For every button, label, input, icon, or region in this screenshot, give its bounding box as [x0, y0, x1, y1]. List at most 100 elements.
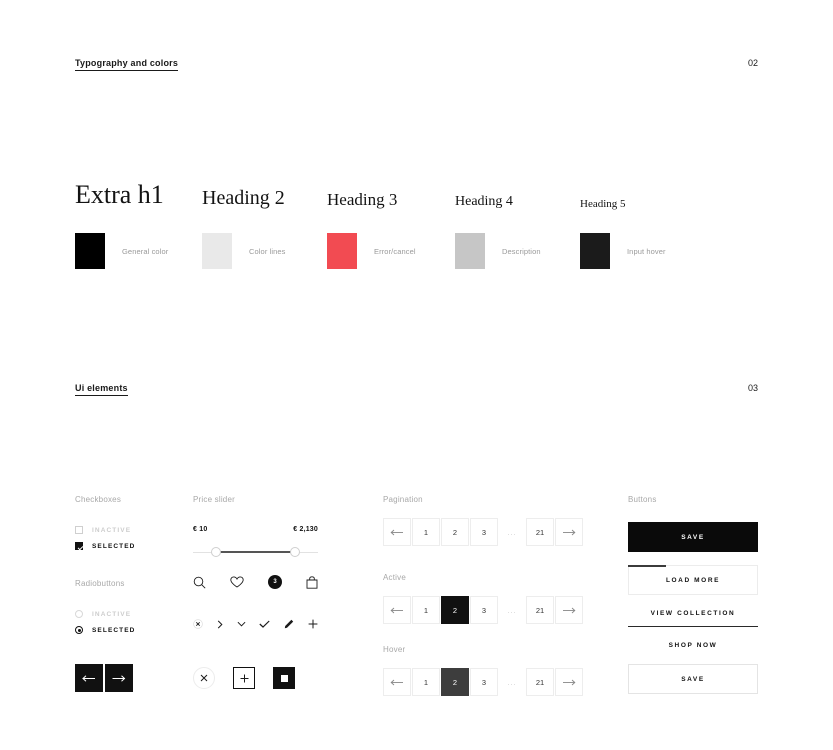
pagination-page-2[interactable]: 2	[441, 518, 469, 546]
pagination-page-last[interactable]: 21	[526, 668, 554, 696]
pagination-prev-button[interactable]	[383, 518, 411, 546]
pagination-label: Pagination	[383, 495, 423, 504]
swatch-description: Description	[455, 233, 541, 269]
pagination-page-2-active[interactable]: 2	[441, 596, 469, 624]
pagination-page-1[interactable]: 1	[412, 668, 440, 696]
radio-inactive-label: INACTIVE	[92, 610, 132, 618]
search-icon[interactable]	[193, 576, 206, 589]
swatch-input-hover: Input hover	[580, 233, 666, 269]
pagination-prev-button[interactable]	[383, 596, 411, 624]
typography-specimens: Extra h1 Heading 2 Heading 3 Heading 4 H…	[75, 150, 765, 210]
swatch-color-lines: Color lines	[202, 233, 286, 269]
pagination-page-last[interactable]: 21	[526, 518, 554, 546]
checkbox-selected[interactable]: SELECTED	[75, 542, 135, 550]
primary-icon-row: 3	[193, 575, 318, 589]
plus-icon	[240, 674, 248, 682]
radio-checked-icon[interactable]	[75, 626, 83, 634]
arrow-button-pair	[75, 664, 133, 692]
secondary-icon-row	[193, 619, 318, 629]
slider-handle-min[interactable]	[211, 547, 221, 557]
pagination-default-group: Pagination 1 2 3 ... 21	[383, 495, 584, 546]
type-specimen-h1: Extra h1	[75, 180, 164, 209]
heart-icon[interactable]	[230, 576, 244, 588]
square-chip-button[interactable]	[273, 667, 295, 689]
price-slider-control[interactable]	[193, 545, 318, 559]
chevron-down-icon[interactable]	[237, 621, 246, 627]
add-chip-button[interactable]	[233, 667, 255, 689]
load-more-button[interactable]: LOAD MORE	[628, 565, 758, 595]
prev-arrow-button[interactable]	[75, 664, 103, 692]
pagination-page-3[interactable]: 3	[470, 518, 498, 546]
section-number-ui-elements: 03	[747, 383, 758, 393]
cart-badge-count: 3	[268, 575, 282, 589]
swatch-general-color: General color	[75, 233, 168, 269]
checkbox-inactive[interactable]: INACTIVE	[75, 526, 135, 534]
pagination-page-3[interactable]: 3	[470, 596, 498, 624]
swatch-label: Error/cancel	[374, 246, 416, 256]
pagination-page-3[interactable]: 3	[470, 668, 498, 696]
slider-selected-range	[215, 551, 296, 553]
chevron-right-icon[interactable]	[217, 620, 223, 629]
radio-inactive[interactable]: INACTIVE	[75, 610, 135, 618]
shop-now-button[interactable]: SHOP NOW	[628, 634, 758, 656]
radio-selected[interactable]: SELECTED	[75, 626, 135, 634]
section-title-ui-elements: Ui elements	[75, 383, 128, 396]
radiobuttons-group: Radiobuttons INACTIVE SELECTED	[75, 579, 135, 642]
checkbox-checked-icon[interactable]	[75, 542, 83, 550]
close-circle-icon[interactable]	[193, 619, 203, 629]
pagination-active-group: Active 1 2 3 ... 21	[383, 573, 584, 624]
view-collection-wrapper: VIEW COLLECTION	[628, 601, 758, 627]
price-slider-values: € 10 € 2,130	[193, 526, 318, 533]
price-min-value: € 10	[193, 526, 208, 533]
swatch-label: Input hover	[627, 246, 666, 256]
arrow-right-icon	[563, 607, 576, 613]
close-chip-button[interactable]	[193, 667, 215, 689]
pagination-page-1[interactable]: 1	[412, 596, 440, 624]
color-swatches: General color Color lines Error/cancel D…	[75, 233, 765, 273]
pagination-page-last[interactable]: 21	[526, 596, 554, 624]
pagination-hover-group: Hover 1 2 3 ... 21	[383, 645, 584, 696]
save-outline-wrapper: SAVE	[628, 664, 758, 694]
pagination-prev-button[interactable]	[383, 668, 411, 696]
plus-icon[interactable]	[308, 619, 318, 629]
radio-icon[interactable]	[75, 610, 83, 618]
bag-icon[interactable]	[306, 575, 318, 589]
swatch-chip	[580, 233, 610, 269]
checkboxes-group: Checkboxes INACTIVE SELECTED	[75, 495, 135, 558]
type-specimen-h2: Heading 2	[202, 187, 285, 209]
pagination-next-button[interactable]	[555, 596, 583, 624]
swatch-label: Color lines	[249, 246, 286, 256]
pagination-page-2-hover[interactable]: 2	[441, 668, 469, 696]
slider-handle-max[interactable]	[290, 547, 300, 557]
view-collection-button[interactable]: VIEW COLLECTION	[628, 601, 758, 627]
pagination-default: 1 2 3 ... 21	[383, 518, 584, 546]
pagination-ellipsis: ...	[499, 596, 525, 624]
save-button-outline[interactable]: SAVE	[628, 664, 758, 694]
pencil-icon[interactable]	[284, 619, 294, 629]
style-guide-page: Typography and colors 02 Extra h1 Headin…	[0, 0, 833, 750]
save-button-solid[interactable]: SAVE	[628, 522, 758, 552]
swatch-chip	[202, 233, 232, 269]
type-specimen-h4: Heading 4	[455, 194, 513, 209]
checkbox-icon[interactable]	[75, 526, 83, 534]
pagination-next-button[interactable]	[555, 518, 583, 546]
arrow-left-icon	[390, 607, 403, 613]
swatch-chip	[75, 233, 105, 269]
buttons-group: Buttons SAVE	[628, 495, 758, 552]
pagination-next-button[interactable]	[555, 668, 583, 696]
radio-selected-label: SELECTED	[92, 626, 136, 634]
cart-badge-icon[interactable]: 3	[268, 575, 282, 589]
pagination-active-label: Active	[383, 573, 406, 582]
pagination-page-1[interactable]: 1	[412, 518, 440, 546]
arrow-right-icon	[563, 529, 576, 535]
next-arrow-button[interactable]	[105, 664, 133, 692]
section-title-typography: Typography and colors	[75, 58, 179, 71]
icon-showcase: 3	[193, 575, 318, 629]
pagination-ellipsis: ...	[499, 518, 525, 546]
pagination-ellipsis: ...	[499, 668, 525, 696]
price-slider-label: Price slider	[193, 495, 235, 504]
square-icon	[280, 674, 288, 682]
check-icon[interactable]	[259, 620, 271, 628]
section-header-typography: Typography and colors 02	[75, 58, 758, 71]
price-max-value: € 2,130	[293, 526, 318, 533]
